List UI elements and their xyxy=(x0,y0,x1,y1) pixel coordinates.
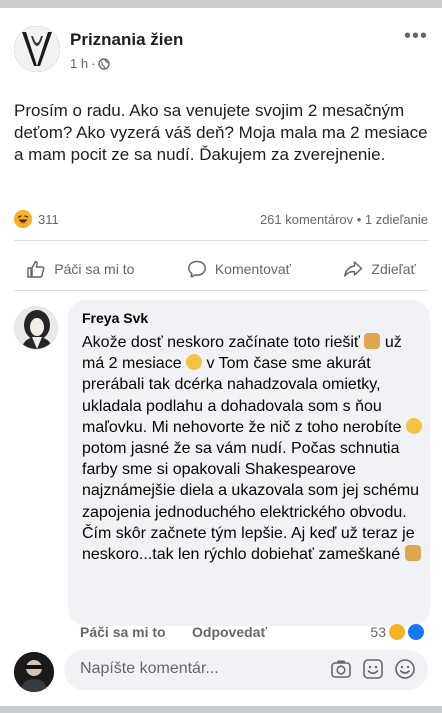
page-name[interactable]: Priznania žien xyxy=(70,30,183,50)
comment-like-link[interactable]: Páči sa mi to xyxy=(80,624,166,640)
share-button[interactable]: Zdieľať xyxy=(343,259,416,279)
camera-icon[interactable] xyxy=(330,658,352,680)
commenter-name[interactable]: Freya Svk xyxy=(82,310,148,326)
post-stats: 311 261 komentárov • 1 zdieľanie xyxy=(14,208,428,230)
user-avatar[interactable] xyxy=(14,652,54,692)
comments-shares-count[interactable]: 261 komentárov • 1 zdieľanie xyxy=(260,212,428,227)
comment-bubble: Freya Svk Akože dosť neskoro začínate to… xyxy=(68,300,430,626)
comment-button[interactable]: Komentovať xyxy=(187,259,291,279)
comment-composer: Napíšte komentár... xyxy=(14,650,428,694)
post-text: Prosím o radu. Ako sa venujete svojim 2 … xyxy=(14,101,428,164)
post-card: Priznania žien 1 h · ••• Prosím o radu. … xyxy=(0,8,442,706)
comment-reaction-summary[interactable]: 53 xyxy=(370,624,424,640)
comment-text-part: Akože dosť neskoro začínate toto riešiť xyxy=(82,334,365,351)
page-logo-icon xyxy=(14,26,60,72)
page-avatar[interactable] xyxy=(14,26,60,72)
post-time[interactable]: 1 h xyxy=(70,56,88,71)
bottom-gap xyxy=(0,706,442,713)
comment-input[interactable]: Napíšte komentár... xyxy=(64,650,428,690)
person-shrugging-emoji-icon xyxy=(364,333,381,349)
comment-reply-link[interactable]: Odpovedať xyxy=(192,624,267,640)
globe-icon xyxy=(98,57,111,70)
more-options-icon[interactable]: ••• xyxy=(404,26,428,46)
person-shrugging-emoji-icon xyxy=(404,545,421,562)
user-photo-icon xyxy=(14,652,54,692)
haha-reaction-icon xyxy=(389,624,405,640)
reaction-summary[interactable]: 311 xyxy=(14,210,59,228)
share-label: Zdieľať xyxy=(371,261,416,277)
commenter-avatar[interactable] xyxy=(14,306,58,350)
top-gap xyxy=(0,0,442,8)
gif-sticker-icon[interactable] xyxy=(362,658,384,680)
divider xyxy=(14,240,428,241)
comment-text: Akože dosť neskoro začínate toto riešiť … xyxy=(82,332,422,565)
comment-text-part: potom jasné že sa vám nudí. Počas schnut… xyxy=(82,440,420,564)
like-button[interactable]: Páči sa mi to xyxy=(26,259,134,279)
composer-icons xyxy=(330,658,416,680)
share-arrow-icon xyxy=(344,261,363,277)
post-actions: Páči sa mi to Komentovať Zdieľať xyxy=(0,248,442,290)
comment-section: Freya Svk Akože dosť neskoro začínate to… xyxy=(0,290,442,713)
comment-bubble-icon xyxy=(187,260,206,278)
comment-actions: Páči sa mi to Odpovedať 53 xyxy=(80,624,430,646)
smiling-face-emoji-icon xyxy=(405,417,422,434)
reaction-count: 311 xyxy=(38,211,59,227)
haha-reaction-icon xyxy=(14,210,32,228)
commenter-photo-icon xyxy=(15,307,57,349)
comment-reaction-count: 53 xyxy=(370,624,386,640)
like-label: Páči sa mi to xyxy=(54,261,135,277)
smiling-face-emoji-icon xyxy=(186,354,203,371)
post-meta: 1 h · xyxy=(70,56,111,71)
comment-input-placeholder: Napíšte komentár... xyxy=(80,660,219,677)
post-header: Priznania žien 1 h · ••• xyxy=(14,26,428,82)
meta-separator: · xyxy=(91,56,96,71)
emoji-smiley-icon[interactable] xyxy=(394,658,416,680)
thumbs-up-icon xyxy=(27,260,45,278)
comment-label: Komentovať xyxy=(214,261,291,277)
like-reaction-icon xyxy=(408,624,424,640)
